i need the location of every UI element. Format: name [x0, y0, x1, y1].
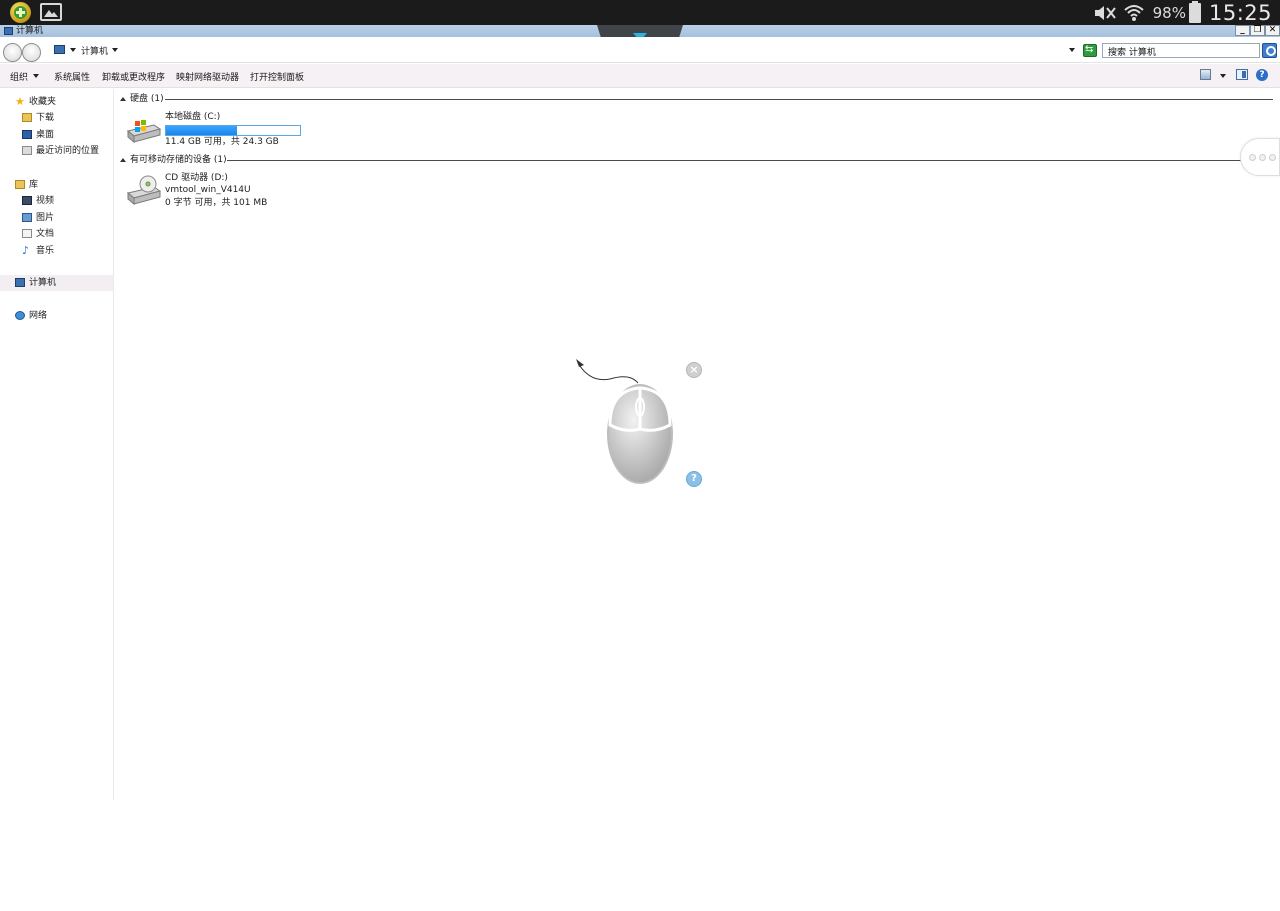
nav-documents[interactable]: 文档: [0, 227, 113, 241]
nav-label: 文档: [36, 229, 55, 239]
restore-button[interactable]: ❐: [1250, 25, 1265, 36]
mute-icon: [1093, 4, 1117, 22]
drive-name: CD 驱动器 (D:): [165, 173, 228, 183]
back-button[interactable]: [3, 43, 22, 62]
battery-percent: 98%: [1152, 3, 1186, 22]
nav-label: 桌面: [36, 130, 55, 140]
group-divider: [227, 160, 1273, 161]
address-bar: 计算机 搜索 计算机: [0, 37, 1280, 63]
gallery-notification-icon: [40, 3, 62, 21]
breadcrumb[interactable]: 计算机: [81, 44, 108, 57]
hard-drive-icon: [126, 115, 162, 149]
drive-name: 本地磁盘 (C:): [165, 112, 221, 122]
computer-icon: [15, 278, 25, 287]
address-history-dropdown[interactable]: [1069, 48, 1075, 52]
nav-computer[interactable]: 计算机: [0, 275, 113, 291]
dot-icon: [1259, 154, 1266, 161]
search-placeholder: 搜索 计算机: [1108, 48, 1156, 58]
group-title: 有可移动存储的设备 (1): [130, 155, 227, 165]
nav-label: 图片: [36, 213, 55, 223]
desktop-icon: [22, 130, 32, 139]
nav-desktop[interactable]: 桌面: [0, 128, 113, 142]
help-button[interactable]: ?: [1256, 69, 1268, 81]
nav-label: 计算机: [29, 278, 57, 288]
battery-icon: [1188, 0, 1201, 23]
computer-icon: [54, 45, 65, 54]
chevron-down-icon[interactable]: [33, 74, 39, 78]
documents-icon: [22, 229, 32, 238]
chevron-down-icon[interactable]: [70, 48, 76, 52]
minimize-button[interactable]: _: [1235, 25, 1250, 36]
command-bar: 组织 系统属性 卸载或更改程序 映射网络驱动器 打开控制面板 ?: [0, 64, 1280, 88]
floating-menu-button[interactable]: [1240, 138, 1280, 176]
search-input[interactable]: 搜索 计算机: [1102, 43, 1260, 58]
nav-label: 网络: [29, 311, 48, 321]
preview-pane-icon[interactable]: [1236, 69, 1248, 80]
cd-drive-icon: [126, 175, 162, 209]
collapse-icon[interactable]: [120, 97, 126, 101]
drive-d[interactable]: CD 驱动器 (D:) vmtool_win_V414U 0 字节 可用，共 1…: [115, 172, 415, 212]
recent-places-icon: [22, 146, 32, 155]
video-icon: [22, 196, 32, 205]
downloads-folder-icon: [22, 113, 32, 122]
window-title: 计算机: [16, 26, 44, 36]
capacity-fill: [166, 126, 238, 135]
change-view-icon[interactable]: [1200, 69, 1211, 80]
collapse-icon[interactable]: [120, 158, 126, 162]
nav-libraries[interactable]: 库: [0, 178, 113, 192]
volume-label: vmtool_win_V414U: [165, 185, 251, 195]
nav-music[interactable]: ♪ 音乐: [0, 244, 113, 258]
nav-network[interactable]: 网络: [0, 309, 113, 323]
dot-icon: [1249, 154, 1256, 161]
pictures-icon: [22, 213, 32, 222]
nav-downloads[interactable]: 下载: [0, 111, 113, 125]
android-status-bar: 98% 15:25: [0, 0, 1280, 25]
organize-menu[interactable]: 组织: [10, 70, 28, 83]
breadcrumb-dropdown-icon[interactable]: [112, 48, 118, 52]
close-button[interactable]: ✕: [1265, 25, 1280, 36]
nav-recent-places[interactable]: 最近访问的位置: [0, 144, 113, 158]
nav-favorites[interactable]: ★ 收藏夹: [0, 95, 113, 109]
close-hint-button[interactable]: ×: [686, 362, 702, 378]
computer-icon: [4, 27, 13, 35]
network-icon: [15, 311, 25, 320]
nav-label: 收藏夹: [29, 97, 57, 107]
drive-free-space: 0 字节 可用，共 101 MB: [165, 198, 268, 208]
group-title: 硬盘 (1): [130, 94, 164, 104]
clock: 15:25: [1208, 0, 1272, 25]
empty-remote-area: [0, 800, 1280, 911]
map-network-drive-button[interactable]: 映射网络驱动器: [176, 70, 239, 83]
nav-label: 视频: [36, 196, 55, 206]
group-header-removable[interactable]: 有可移动存储的设备 (1): [120, 154, 230, 166]
open-control-panel-button[interactable]: 打开控制面板: [250, 70, 304, 83]
view-options-dropdown[interactable]: [1220, 74, 1226, 78]
music-icon: ♪: [22, 244, 30, 257]
refresh-button[interactable]: [1083, 44, 1097, 57]
app-notification-icon: [10, 2, 31, 23]
nav-label: 库: [29, 180, 39, 190]
drive-free-space: 11.4 GB 可用，共 24.3 GB: [165, 137, 279, 147]
drive-c[interactable]: 本地磁盘 (C:) 11.4 GB 可用，共 24.3 GB: [115, 111, 415, 151]
system-properties-button[interactable]: 系统属性: [54, 70, 90, 83]
group-divider: [165, 99, 1273, 100]
wifi-icon: [1123, 3, 1145, 23]
capacity-bar: [165, 125, 301, 136]
nav-label: 最近访问的位置: [36, 146, 100, 156]
nav-videos[interactable]: 视频: [0, 194, 113, 208]
nav-label: 下载: [36, 113, 55, 123]
nav-pictures[interactable]: 图片: [0, 211, 113, 225]
hint-help-button[interactable]: ?: [686, 471, 702, 487]
library-icon: [15, 180, 25, 189]
nav-label: 音乐: [36, 246, 55, 256]
navigation-pane: ★ 收藏夹 下载 桌面 最近访问的位置 库 视频 图片 文档 ♪ 音乐 计算机 …: [0, 89, 114, 800]
search-icon[interactable]: [1262, 43, 1277, 58]
forward-button[interactable]: [22, 43, 41, 62]
uninstall-program-button[interactable]: 卸载或更改程序: [102, 70, 165, 83]
star-icon: ★: [15, 95, 25, 108]
dot-icon: [1269, 154, 1276, 161]
